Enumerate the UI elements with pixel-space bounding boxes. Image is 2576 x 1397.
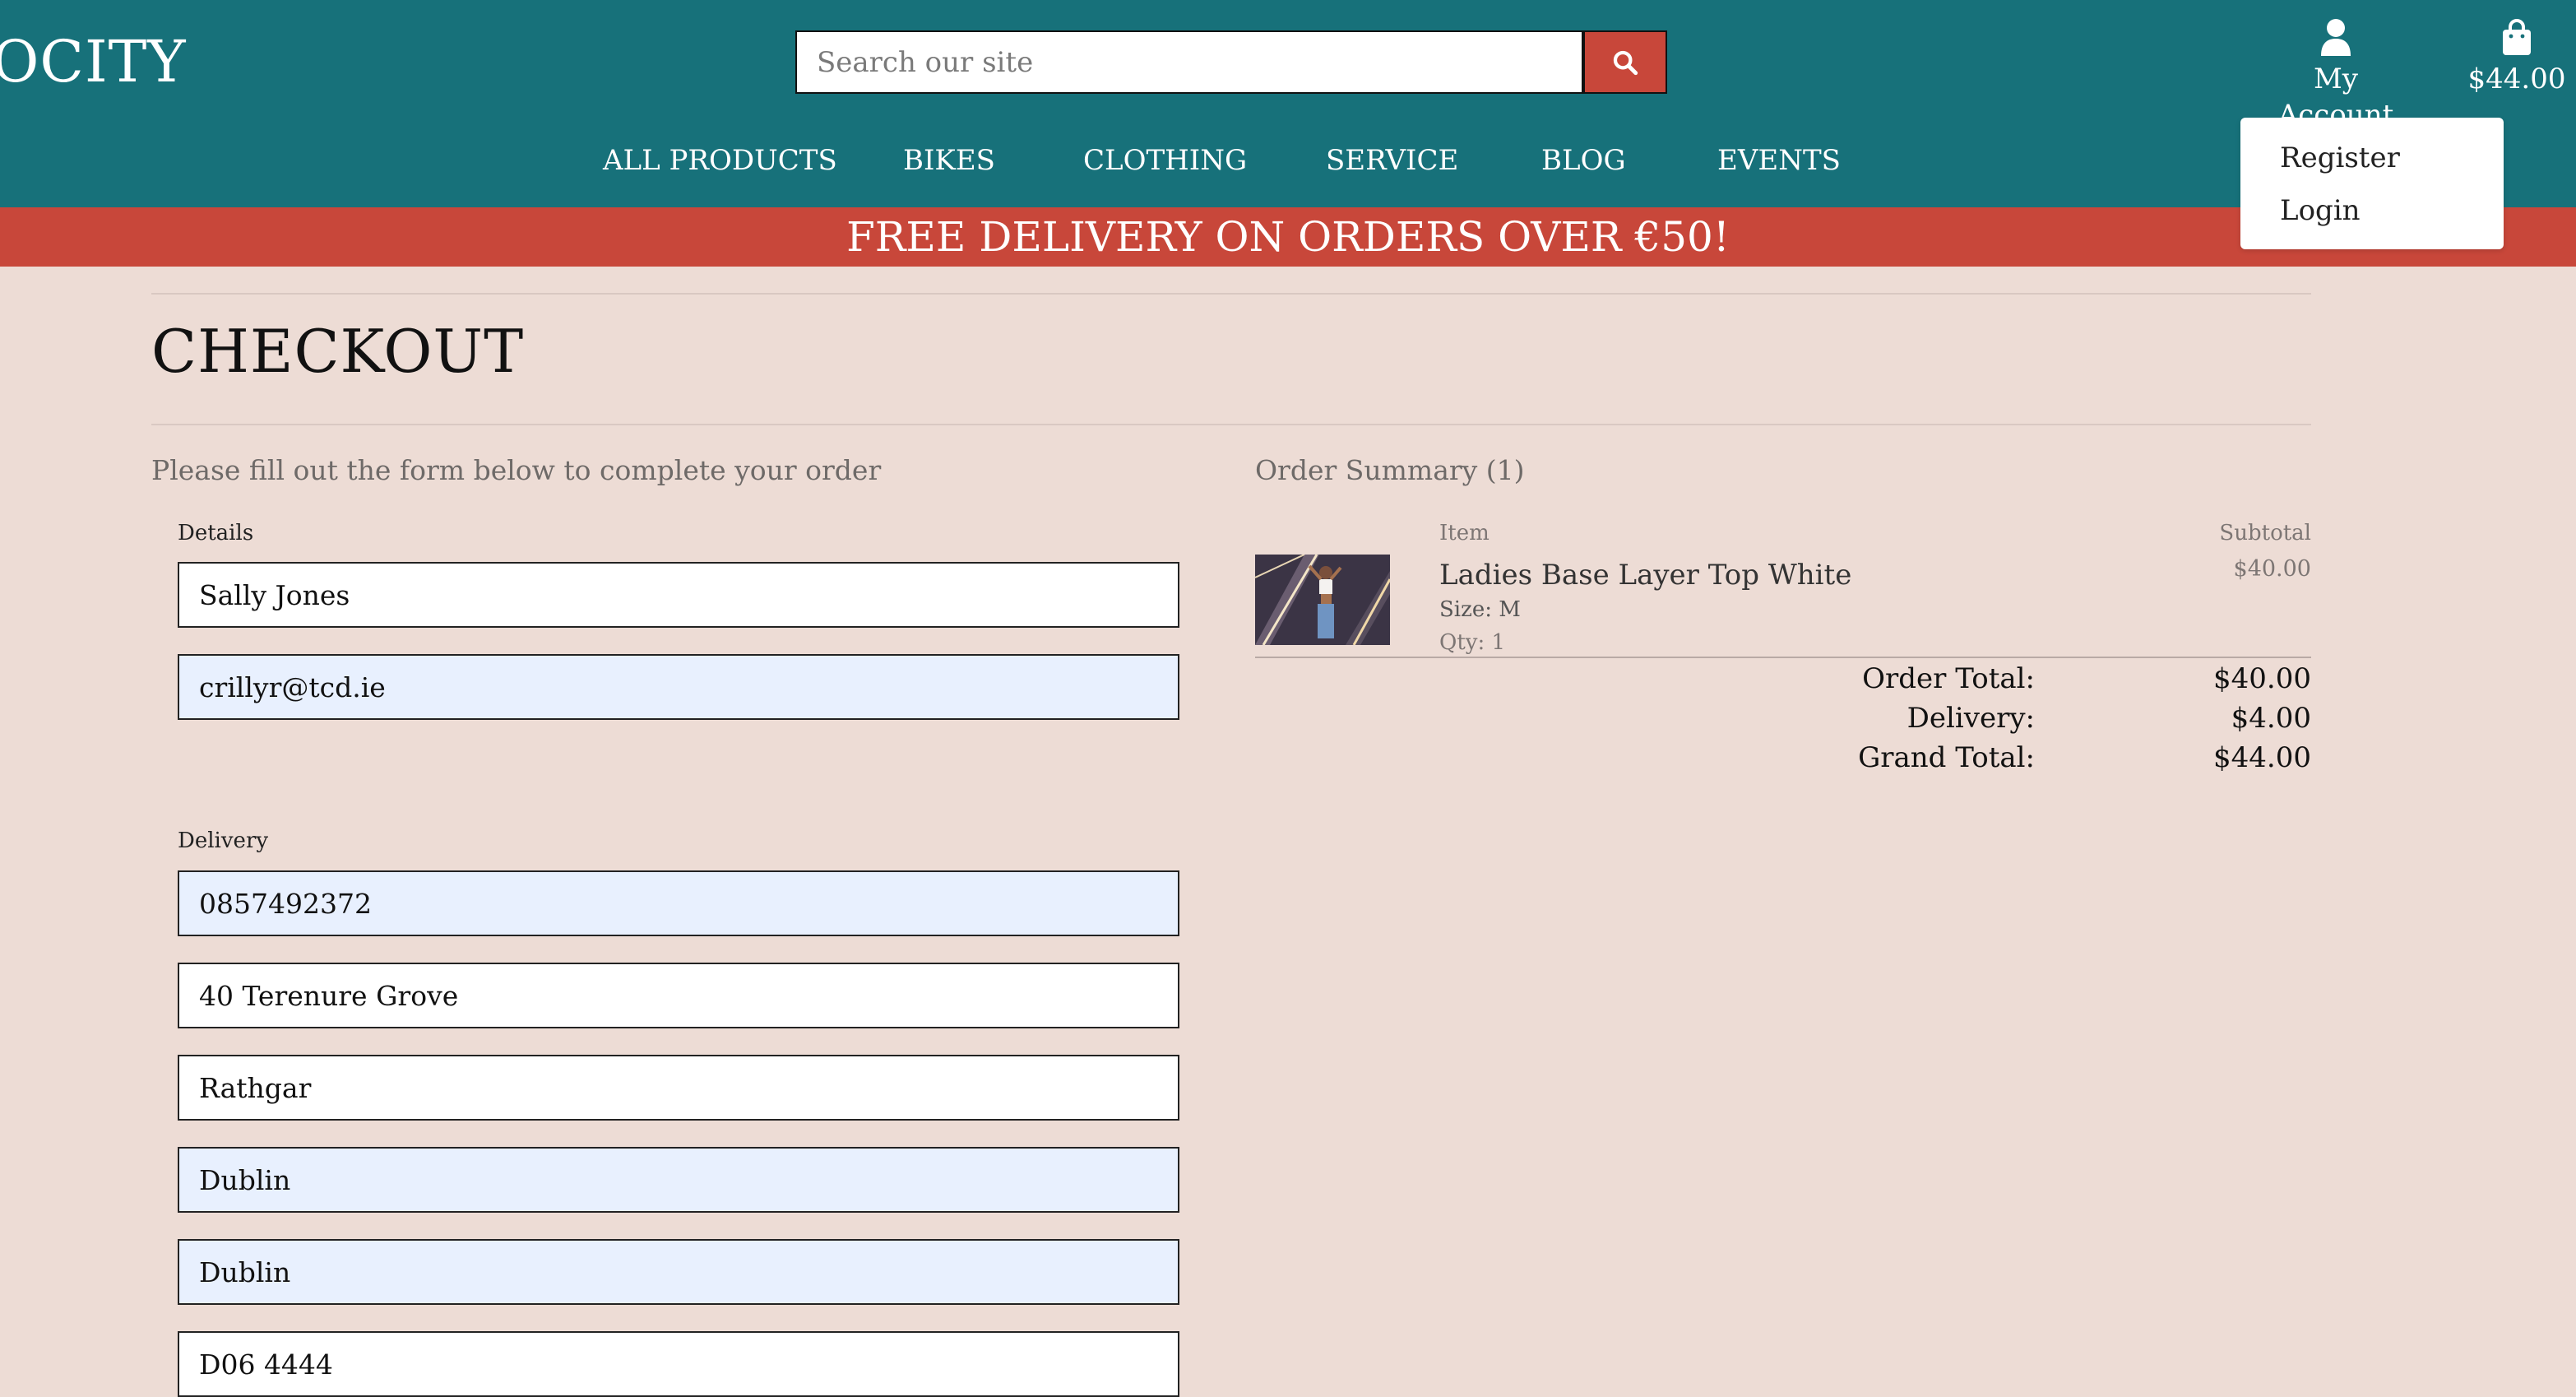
details-label: Details bbox=[178, 521, 254, 545]
item-column-header: Item bbox=[1439, 521, 1490, 545]
shopping-bag-link[interactable]: $44.00 bbox=[2459, 18, 2574, 97]
product-subtotal: $40.00 bbox=[2233, 556, 2311, 582]
product-name: Ladies Base Layer Top White bbox=[1439, 559, 1852, 592]
full-name-field[interactable] bbox=[178, 562, 1179, 628]
search-input[interactable] bbox=[795, 30, 1583, 94]
product-thumbnail[interactable] bbox=[1255, 555, 1390, 645]
top-divider bbox=[151, 293, 2311, 295]
site-logo[interactable]: OCITY bbox=[0, 25, 187, 99]
order-total-value: $40.00 bbox=[2213, 662, 2311, 695]
summary-divider bbox=[1255, 657, 2311, 658]
county-field[interactable] bbox=[178, 1147, 1179, 1213]
nav-service[interactable]: SERVICE bbox=[1326, 140, 1458, 181]
login-link[interactable]: Login bbox=[2280, 190, 2361, 231]
subtotal-column-header: Subtotal bbox=[2219, 521, 2311, 545]
register-link[interactable]: Register bbox=[2280, 137, 2400, 179]
site-header: OCITY My Account $44.00 ALL PRODUCTS BIK… bbox=[0, 0, 2576, 207]
search-icon bbox=[1613, 50, 1638, 75]
product-size: Size: M bbox=[1439, 597, 1521, 622]
title-divider bbox=[151, 424, 2311, 425]
street-address-field[interactable] bbox=[178, 963, 1179, 1028]
search-button[interactable] bbox=[1583, 30, 1667, 94]
delivery-cost-label: Delivery: bbox=[1907, 702, 2035, 735]
nav-events[interactable]: EVENTS bbox=[1717, 140, 1841, 181]
order-total-label: Order Total: bbox=[1862, 662, 2035, 695]
main-nav: ALL PRODUCTS BIKES CLOTHING SERVICE BLOG… bbox=[0, 140, 2576, 181]
postcode-field[interactable] bbox=[178, 1331, 1179, 1397]
free-delivery-banner: FREE DELIVERY ON ORDERS OVER €50! bbox=[0, 207, 2576, 267]
email-field[interactable] bbox=[178, 654, 1179, 720]
bag-total: $44.00 bbox=[2467, 63, 2566, 95]
nav-blog[interactable]: BLOG bbox=[1541, 140, 1626, 181]
grand-total-value: $44.00 bbox=[2213, 741, 2311, 774]
nav-all-products[interactable]: ALL PRODUCTS bbox=[603, 140, 837, 181]
nav-clothing[interactable]: CLOTHING bbox=[1083, 140, 1247, 181]
shopping-bag-icon bbox=[2503, 19, 2531, 55]
order-summary-title: Order Summary (1) bbox=[1255, 454, 1525, 486]
town-field[interactable] bbox=[178, 1055, 1179, 1121]
phone-field[interactable] bbox=[178, 870, 1179, 936]
city-field[interactable] bbox=[178, 1239, 1179, 1305]
form-instructions: Please fill out the form below to comple… bbox=[151, 454, 882, 486]
user-icon bbox=[2321, 19, 2351, 56]
delivery-cost-value: $4.00 bbox=[2231, 702, 2311, 735]
account-dropdown-menu: Register Login bbox=[2240, 118, 2504, 249]
delivery-label: Delivery bbox=[178, 828, 269, 853]
grand-total-label: Grand Total: bbox=[1858, 741, 2035, 774]
product-qty: Qty: 1 bbox=[1439, 630, 1506, 655]
search-form bbox=[795, 30, 1667, 94]
product-image bbox=[1255, 555, 1390, 645]
page-title: CHECKOUT bbox=[151, 317, 525, 386]
my-account-link[interactable]: My Account bbox=[2254, 18, 2418, 133]
nav-bikes[interactable]: BIKES bbox=[903, 140, 995, 181]
